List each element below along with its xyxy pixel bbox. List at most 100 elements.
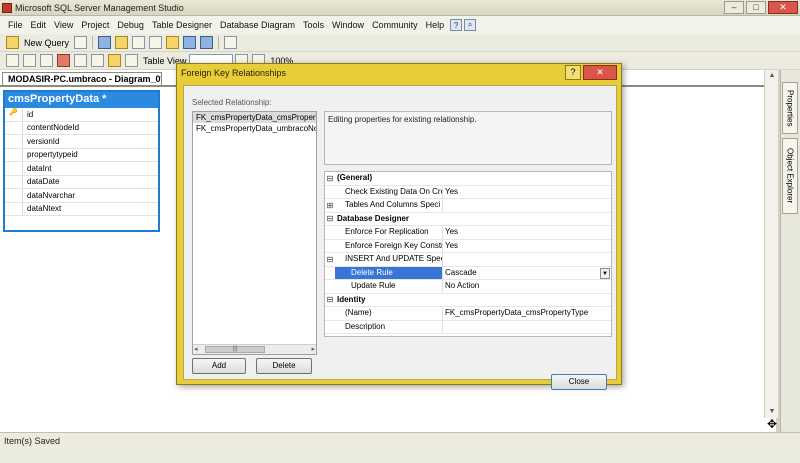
move-diagram-icon[interactable]: ✥ <box>766 418 778 430</box>
new-query-icon[interactable] <box>6 36 19 49</box>
relationships-icon[interactable] <box>125 54 138 67</box>
table-cmspropertydata[interactable]: cmsPropertyData * 🔑 id contentNodeId vers… <box>3 90 160 232</box>
property-row[interactable]: ⊞ Tables And Columns Speci <box>325 199 611 213</box>
property-value[interactable]: No Action <box>443 280 611 293</box>
new-file-icon[interactable] <box>149 36 163 49</box>
database-query-icon[interactable] <box>74 36 88 49</box>
menu-view[interactable]: View <box>50 20 77 30</box>
collapse-icon[interactable]: ⊟ <box>325 255 335 264</box>
selected-relationship-label: Selected Relationship: <box>192 98 272 107</box>
window-title: Microsoft SQL Server Management Studio <box>15 3 184 13</box>
dialog-help-button[interactable]: ? <box>565 65 581 80</box>
column-row[interactable]: 🔑 id <box>5 108 158 122</box>
diagram-document-tab[interactable]: MODASIR-PC.umbraco - Diagram_0* <box>2 72 162 86</box>
primary-key-icon: 🔑 <box>5 108 23 121</box>
collapse-icon[interactable]: ⊟ <box>325 174 335 183</box>
list-item[interactable]: FK_cmsPropertyData_cmsPropertyType <box>193 112 316 123</box>
column-row[interactable]: propertytypeid <box>5 148 158 162</box>
column-row[interactable]: contentNodeId <box>5 121 158 135</box>
menu-table-designer[interactable]: Table Designer <box>148 20 216 30</box>
property-row[interactable]: ⊟ INSERT And UPDATE Spec <box>325 253 611 267</box>
dropdown-arrow-icon[interactable]: ▼ <box>600 267 610 279</box>
mdx-query-icon[interactable] <box>115 36 129 49</box>
open-folder-icon[interactable] <box>166 36 180 49</box>
column-row[interactable]: dataNtext <box>5 202 158 216</box>
property-row[interactable]: Check Existing Data On Cre Yes <box>325 185 611 199</box>
table-name[interactable]: cmsPropertyData * <box>5 92 158 108</box>
list-item[interactable]: FK_cmsPropertyData_umbracoNode <box>193 123 316 134</box>
property-category[interactable]: ⊟ (General) <box>325 172 611 186</box>
scroll-up-icon[interactable]: ▲ <box>765 70 779 82</box>
scroll-thumb[interactable]: ||| <box>205 346 265 353</box>
property-row-delete-rule[interactable]: Delete Rule Cascade ▼ <box>325 266 611 280</box>
help-search-icon[interactable]: ? <box>450 19 463 31</box>
menu-project[interactable]: Project <box>77 20 113 30</box>
property-value[interactable]: FK_cmsPropertyData_cmsPropertyType <box>443 307 611 320</box>
property-row[interactable]: Description <box>325 320 611 334</box>
row-selector <box>5 135 23 148</box>
new-table-icon[interactable] <box>6 54 19 67</box>
property-value[interactable]: Yes <box>443 226 611 239</box>
delete-rule-select[interactable]: Cascade <box>443 266 611 279</box>
scroll-left-icon[interactable]: ◂ <box>194 345 198 353</box>
generate-script-icon[interactable] <box>91 54 104 67</box>
save-icon[interactable] <box>183 36 197 49</box>
property-row[interactable]: Enforce For Replication Yes <box>325 226 611 240</box>
property-grid[interactable]: ⊟ (General) Check Existing Data On Cre Yes… <box>324 171 612 337</box>
diagram-vertical-scrollbar[interactable]: ▲ ▼ <box>764 70 778 418</box>
set-primary-key-icon[interactable] <box>108 54 121 67</box>
close-button[interactable]: Close <box>551 374 607 390</box>
property-row[interactable]: Enforce Foreign Key Constr Yes <box>325 239 611 253</box>
property-row[interactable]: (Name) FK_cmsPropertyData_cmsPropertyType <box>325 307 611 321</box>
expand-icon[interactable]: ⊞ <box>325 201 335 210</box>
property-row[interactable]: Update Rule No Action <box>325 280 611 294</box>
search-icon[interactable]: ⌕ <box>464 19 477 31</box>
column-row[interactable]: dataNvarchar <box>5 189 158 203</box>
menu-debug[interactable]: Debug <box>113 20 148 30</box>
new-query-button[interactable]: New Query <box>24 38 69 48</box>
property-name: Description <box>335 320 443 333</box>
add-button[interactable]: Add <box>192 358 246 374</box>
column-row[interactable]: dataDate <box>5 175 158 189</box>
activity-monitor-icon[interactable] <box>224 36 238 49</box>
standard-toolbar: New Query <box>0 34 800 52</box>
add-table-icon[interactable] <box>23 54 36 67</box>
add-related-tables-icon[interactable] <box>40 54 53 67</box>
save-all-icon[interactable] <box>200 36 214 49</box>
menu-edit[interactable]: Edit <box>27 20 51 30</box>
column-name: dataNtext <box>27 204 62 214</box>
property-value <box>443 172 611 185</box>
relationship-list[interactable]: FK_cmsPropertyData_cmsPropertyType FK_cm… <box>192 111 317 355</box>
menu-file[interactable]: File <box>4 20 27 30</box>
collapse-icon[interactable]: ⊟ <box>325 214 335 223</box>
menu-database-diagram[interactable]: Database Diagram <box>216 20 299 30</box>
property-value[interactable] <box>443 199 611 212</box>
menu-tools[interactable]: Tools <box>299 20 328 30</box>
foreign-key-relationships-dialog: Foreign Key Relationships ? ✕ Selected R… <box>176 63 622 390</box>
remove-from-diagram-icon[interactable] <box>74 54 87 67</box>
list-horizontal-scrollbar[interactable]: ◂ ||| ▸ <box>193 344 316 354</box>
property-value[interactable] <box>443 321 611 334</box>
title-bar: Microsoft SQL Server Management Studio –… <box>0 0 800 16</box>
property-category[interactable]: ⊟ Database Designer <box>325 212 611 226</box>
menu-window[interactable]: Window <box>328 20 368 30</box>
menu-help[interactable]: Help <box>422 20 449 30</box>
close-window-button[interactable]: ✕ <box>768 1 798 14</box>
column-row[interactable]: versionId <box>5 135 158 149</box>
property-category[interactable]: ⊟ Identity <box>325 293 611 307</box>
delete-table-icon[interactable] <box>57 54 70 67</box>
dialog-close-x-button[interactable]: ✕ <box>583 65 617 80</box>
xmla-query-icon[interactable] <box>132 36 146 49</box>
property-value[interactable]: Yes <box>443 240 611 253</box>
tab-object-explorer[interactable]: Object Explorer <box>782 138 798 214</box>
collapse-icon[interactable]: ⊟ <box>325 295 335 304</box>
scroll-right-icon[interactable]: ▸ <box>311 345 315 353</box>
tab-properties[interactable]: Properties <box>782 82 798 134</box>
analysis-query-icon[interactable] <box>98 36 112 49</box>
maximize-button[interactable]: □ <box>746 1 766 14</box>
property-value[interactable]: Yes <box>443 186 611 199</box>
column-row[interactable]: dataInt <box>5 162 158 176</box>
minimize-button[interactable]: – <box>724 1 744 14</box>
menu-community[interactable]: Community <box>368 20 422 30</box>
delete-button[interactable]: Delete <box>256 358 312 374</box>
